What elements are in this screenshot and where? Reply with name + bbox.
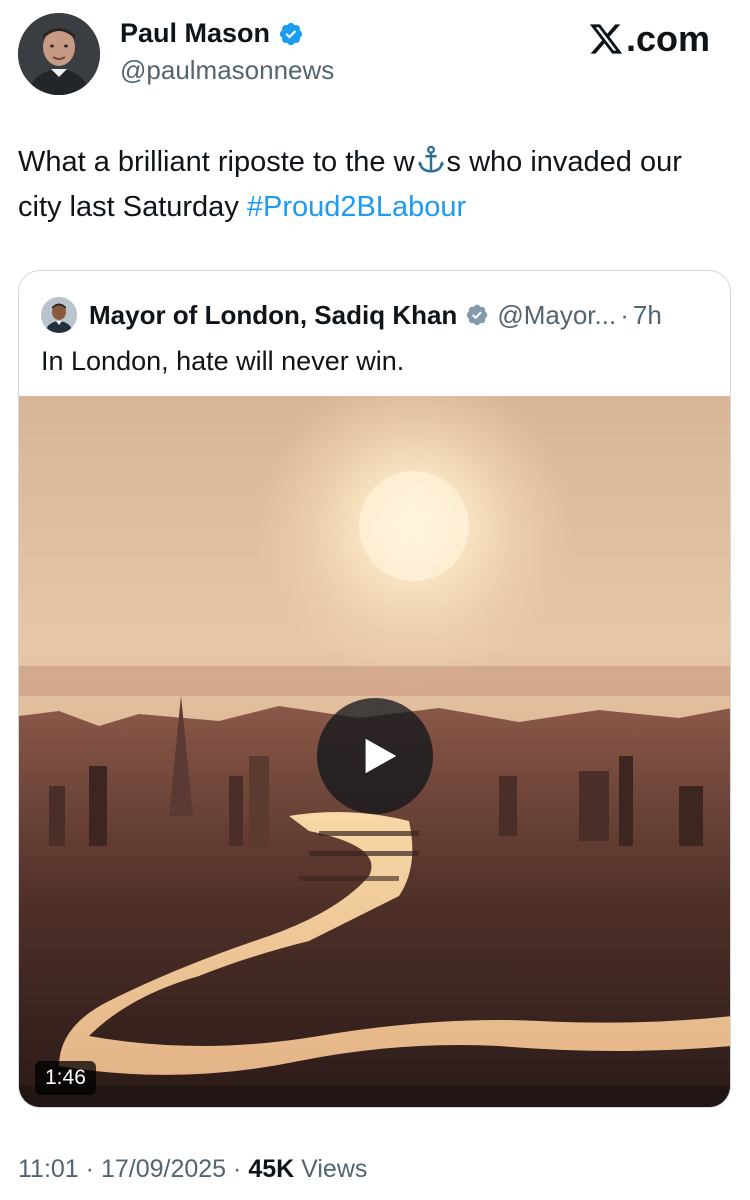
tweet-date[interactable]: 17/09/2025 bbox=[101, 1155, 226, 1183]
x-com-text: .com bbox=[625, 18, 710, 59]
views-label: Views bbox=[301, 1155, 368, 1183]
quoted-separator: · bbox=[620, 299, 629, 330]
anchor-icon bbox=[416, 145, 446, 175]
tweet-header: Paul Mason @paulmasonnews .com bbox=[0, 0, 750, 110]
quoted-tweet-text: In London, hate will never win. bbox=[41, 346, 405, 376]
verified-badge-icon bbox=[278, 21, 304, 47]
author-avatar[interactable] bbox=[18, 13, 100, 95]
quoted-author-name[interactable]: Mayor of London, Sadiq Khan bbox=[89, 300, 457, 331]
author-name[interactable]: Paul Mason bbox=[120, 18, 270, 49]
author-handle[interactable]: @paulmasonnews bbox=[120, 55, 334, 86]
play-button[interactable] bbox=[317, 698, 433, 814]
quoted-tweet-card[interactable]: Mayor of London, Sadiq Khan @Mayor... · … bbox=[18, 270, 731, 1108]
hashtag-link[interactable]: #Proud2BLabour bbox=[247, 191, 466, 223]
x-logo-icon bbox=[588, 21, 624, 57]
video-player[interactable]: 1:46 bbox=[19, 396, 730, 1107]
grey-verified-icon bbox=[465, 303, 489, 327]
play-icon bbox=[365, 738, 397, 774]
quoted-author-avatar[interactable] bbox=[41, 297, 77, 333]
meta-separator: · bbox=[233, 1155, 242, 1183]
tweet-text: What a brilliant riposte to the w s who … bbox=[18, 140, 733, 230]
tweet-meta: 11:01 · 17/09/2025 · 45K Views bbox=[18, 1155, 367, 1184]
video-duration-badge: 1:46 bbox=[35, 1061, 96, 1095]
quoted-timestamp[interactable]: 7h bbox=[633, 300, 662, 331]
quoted-author-handle[interactable]: @Mayor... bbox=[497, 300, 616, 331]
meta-separator: · bbox=[85, 1155, 94, 1183]
views-count: 45K bbox=[248, 1155, 295, 1183]
quoted-tweet-header: Mayor of London, Sadiq Khan @Mayor... · … bbox=[41, 297, 662, 333]
tweet-time[interactable]: 11:01 bbox=[18, 1155, 79, 1183]
tweet-text-part-1: What a brilliant riposte to the w bbox=[18, 146, 415, 178]
x-com-logo: .com bbox=[588, 18, 710, 60]
author-name-row[interactable]: Paul Mason bbox=[120, 18, 304, 49]
